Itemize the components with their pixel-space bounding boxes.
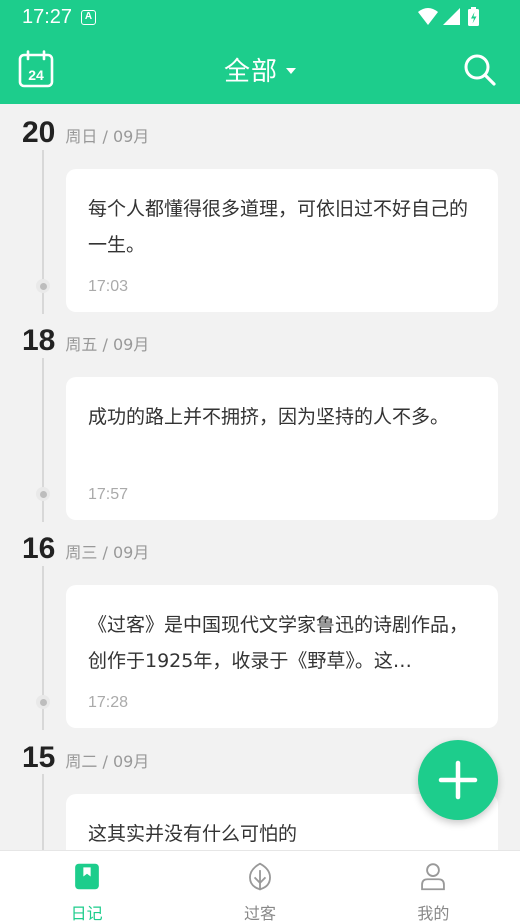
diary-entry-card[interactable]: 《过客》是中国现代文学家鲁迅的诗剧作品，创作于1925年，收录于《野草》。这… … <box>66 585 498 728</box>
status-bar: 17:27 A <box>0 0 520 34</box>
timeline-dot <box>36 695 50 709</box>
day-header: 18 周五 / 09月 <box>22 324 149 364</box>
entry-text: 每个人都懂得很多道理，可依旧过不好自己的一生。 <box>88 198 469 256</box>
signal-icon <box>443 8 460 25</box>
day-weekday-month: 周日 / 09月 <box>65 127 150 146</box>
nav-label: 过客 <box>243 904 276 923</box>
diary-timeline[interactable]: 20 周日 / 09月 每个人都懂得很多道理，可依旧过不好自己的一生。 17:0… <box>0 104 520 850</box>
add-entry-button[interactable] <box>418 740 498 820</box>
entry-time: 17:28 <box>88 694 129 711</box>
entry-text: 这其实并没有什么可怕的 <box>88 823 298 845</box>
status-icons <box>418 7 479 26</box>
wifi-icon <box>418 8 438 25</box>
plus-icon <box>438 760 478 800</box>
day-number: 18 <box>22 324 56 357</box>
battery-icon <box>468 7 479 26</box>
entry-text: 成功的路上并不拥挤，因为坚持的人不多。 <box>88 406 450 428</box>
search-icon[interactable] <box>462 52 498 88</box>
nav-item-profile[interactable]: 我的 <box>347 851 520 924</box>
nav-label: 日记 <box>70 904 103 923</box>
notification-badge-icon: A <box>81 10 96 25</box>
bottom-nav: 日记 过客 我的 <box>0 850 520 924</box>
person-icon <box>421 863 446 891</box>
caret-down-icon <box>286 68 296 74</box>
timeline-dot <box>36 279 50 293</box>
timeline-dot <box>36 487 50 501</box>
day-number: 16 <box>22 532 56 565</box>
day-weekday-month: 周三 / 09月 <box>65 543 150 562</box>
diary-entry-card[interactable]: 成功的路上并不拥挤，因为坚持的人不多。 17:57 <box>66 377 498 520</box>
day-header: 15 周二 / 09月 <box>22 741 149 781</box>
day-weekday-month: 周二 / 09月 <box>65 752 150 771</box>
timeline-line <box>42 774 44 850</box>
day-header: 20 周日 / 09月 <box>22 116 149 156</box>
status-time: 17:27 <box>22 6 73 28</box>
day-header: 16 周三 / 09月 <box>22 532 149 572</box>
nav-item-passerby[interactable]: 过客 <box>173 851 346 924</box>
nav-item-diary[interactable]: 日记 <box>0 851 173 924</box>
app-bar: 24 全部 <box>0 34 520 104</box>
nav-label: 我的 <box>417 904 450 923</box>
entry-time: 17:57 <box>88 486 129 503</box>
entry-text: 《过客》是中国现代文学家鲁迅的诗剧作品，创作于1925年，收录于《野草》。这… <box>88 614 469 672</box>
diary-icon <box>74 863 99 890</box>
diary-entry-card[interactable]: 每个人都懂得很多道理，可依旧过不好自己的一生。 17:03 <box>66 169 498 312</box>
day-weekday-month: 周五 / 09月 <box>65 335 150 354</box>
title-dropdown[interactable]: 全部 <box>0 34 520 104</box>
page-title: 全部 <box>223 56 278 87</box>
leaf-icon <box>249 862 271 891</box>
day-number: 15 <box>22 741 56 774</box>
entry-time: 17:03 <box>88 278 129 295</box>
day-number: 20 <box>22 116 56 149</box>
